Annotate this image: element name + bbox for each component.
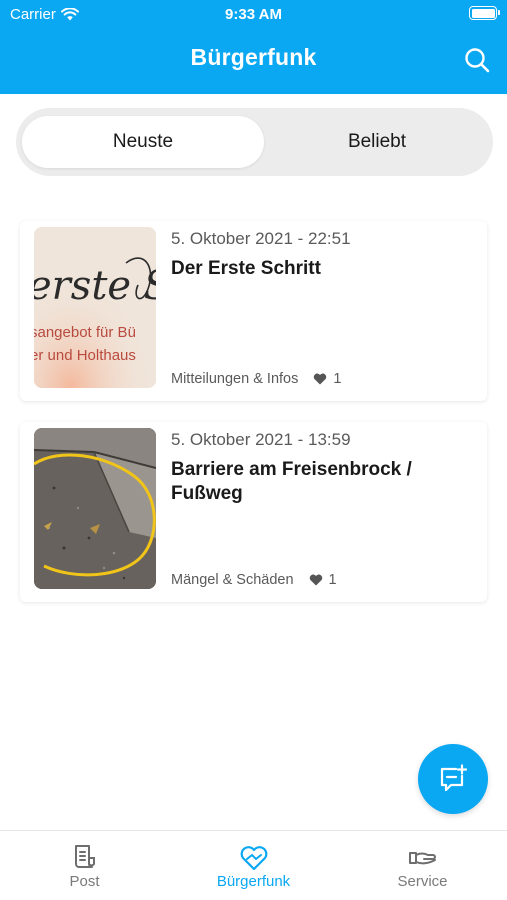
new-post-icon (440, 764, 468, 792)
segment-neuste[interactable]: Neuste (22, 116, 264, 168)
tab-service[interactable]: Service (338, 831, 507, 900)
post-date: 5. Oktober 2021 - 22:51 (171, 229, 351, 248)
post-likes: 1 (309, 572, 337, 588)
battery-icon (469, 6, 500, 20)
tab-bar: Post Bürgerfunk Service (0, 830, 507, 900)
app-header: Carrier 9:33 AM Bürgerfunk (0, 0, 507, 94)
heart-icon (314, 373, 327, 385)
post-date: 5. Oktober 2021 - 13:59 (171, 430, 351, 449)
post-card[interactable]: erste S sangebot für Bü er und Holthaus … (20, 221, 487, 401)
post-category: Mängel & Schäden (171, 572, 294, 588)
status-bar: Carrier 9:33 AM (0, 0, 507, 28)
post-title: Barriere am Freisenbrock / Fußweg (171, 459, 412, 504)
thumb-line-2: er und Holthaus (34, 347, 136, 364)
post-like-count: 1 (333, 371, 342, 387)
thumb-line-1: sangebot für Bü (34, 324, 136, 341)
heart-icon (309, 574, 322, 586)
post-card[interactable]: 5. Oktober 2021 - 13:59 Barriere am Frei… (20, 422, 487, 602)
sort-segmented-control: Neuste Beliebt (16, 108, 493, 176)
new-post-button[interactable] (418, 744, 488, 814)
post-title: Der Erste Schritt (171, 258, 321, 279)
tab-post-label: Post (69, 873, 100, 890)
search-button[interactable] (461, 44, 493, 76)
post-thumbnail: erste S sangebot für Bü er und Holthaus (34, 227, 156, 388)
hand-icon (408, 852, 436, 865)
post-thumbnail (34, 428, 156, 589)
post-meta: Mitteilungen & Infos 1 (171, 371, 341, 387)
search-icon (465, 48, 490, 73)
page-title: Bürgerfunk (190, 44, 317, 70)
document-icon (74, 845, 95, 868)
tab-service-label: Service (397, 873, 448, 890)
tab-buergerfunk-label: Bürgerfunk (216, 873, 291, 890)
post-category: Mitteilungen & Infos (171, 371, 299, 387)
tab-buergerfunk[interactable]: Bürgerfunk (169, 831, 338, 900)
post-meta: Mängel & Schäden 1 (171, 572, 337, 588)
heart-hands-icon (240, 846, 267, 871)
tab-post[interactable]: Post (0, 831, 169, 900)
post-likes: 1 (313, 371, 341, 387)
segment-beliebt[interactable]: Beliebt (268, 116, 486, 168)
post-like-count: 1 (328, 572, 337, 588)
thumb-script-text: erste S (34, 263, 156, 309)
status-time: 9:33 AM (225, 6, 282, 23)
